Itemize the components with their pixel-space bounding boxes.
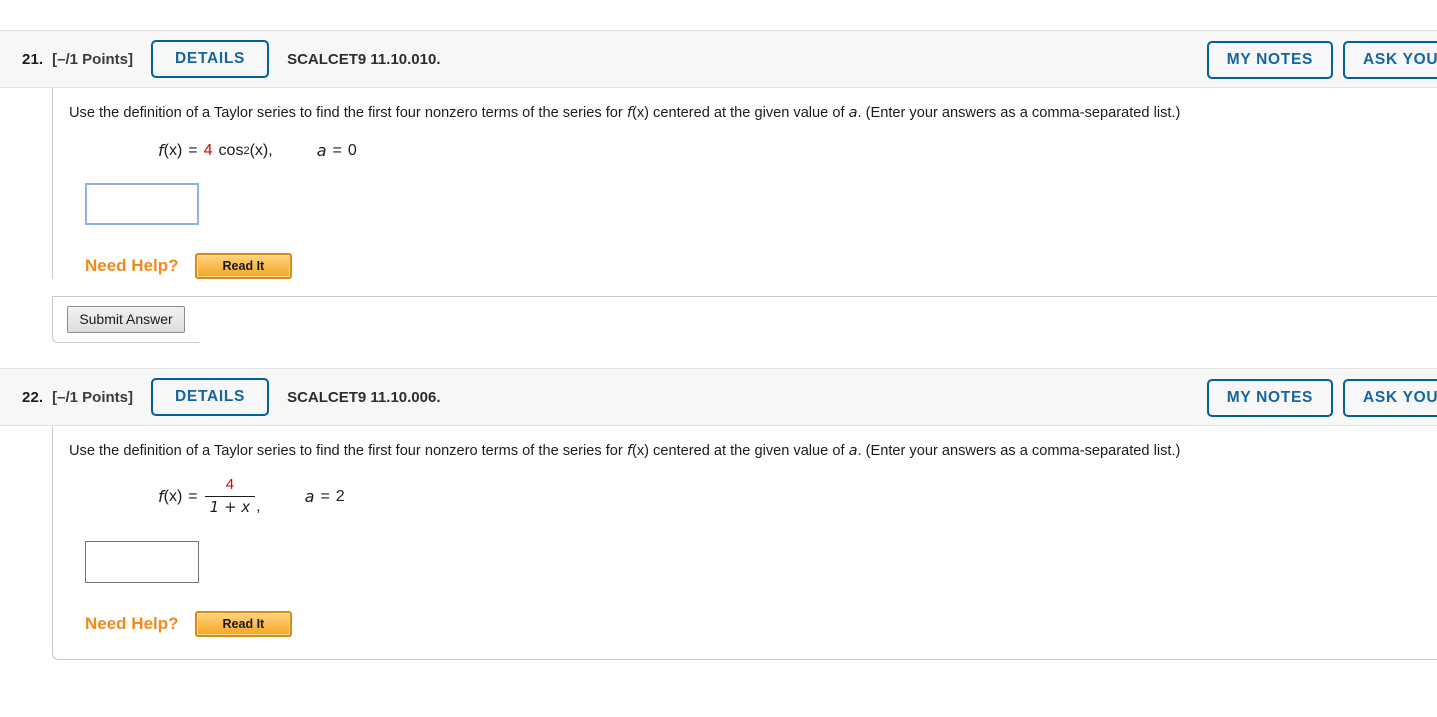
math-a-var-21: a — [316, 141, 327, 161]
question-body-22: Use the definition of a Taylor series to… — [52, 426, 1437, 661]
ask-your-teacher-button-22[interactable]: ASK YOUR TEACHER — [1343, 379, 1437, 417]
math-comma-22: , — [256, 497, 261, 515]
need-help-row-22: Need Help? Read It — [85, 610, 1437, 638]
prompt-text-c-22: . (Enter your answers as a comma-separat… — [857, 443, 1181, 460]
prompt-text-b-21: centered at the given value of — [648, 105, 849, 121]
question-prompt-21: Use the definition of a Taylor series to… — [69, 88, 1437, 124]
submit-answer-button-21[interactable]: Submit Answer — [67, 306, 185, 333]
math-a-equals-21: = — [332, 141, 342, 159]
question-code-22: SCALCET9 11.10.006. — [287, 388, 441, 406]
prompt-a-22: a — [848, 442, 858, 460]
details-button-22[interactable]: DETAILS — [151, 378, 270, 416]
submit-area-21: Submit Answer — [52, 296, 1437, 344]
answer-input-22[interactable] — [85, 540, 199, 583]
prompt-text-a-21: Use the definition of a Taylor series to… — [69, 105, 627, 121]
math-coefficient-21: 4 — [203, 141, 213, 159]
prompt-text-a-22: Use the definition of a Taylor series to… — [69, 443, 627, 460]
read-it-button-21[interactable]: Read It — [194, 252, 293, 280]
math-denominator-22: 1 + x — [204, 495, 256, 518]
math-equals-22: = — [188, 487, 198, 505]
details-button-21[interactable]: DETAILS — [151, 40, 270, 78]
question-points-21: [–/1 Points] — [52, 50, 134, 68]
math-expression-21: f (x) = 4 cos 2 (x), a = 0 — [69, 140, 1437, 162]
prompt-fx-paren-22: (x) — [631, 443, 649, 460]
question-number-22: 22. — [22, 388, 44, 406]
prompt-fx-paren-21: (x) — [631, 105, 649, 121]
question-header-22: 22. [–/1 Points] DETAILS SCALCET9 11.10.… — [0, 368, 1437, 427]
answer-input-21[interactable] — [85, 182, 199, 225]
my-notes-button-22[interactable]: MY NOTES — [1206, 379, 1334, 417]
math-cos-21: cos — [218, 141, 244, 159]
prompt-a-21: a — [848, 104, 858, 121]
header-actions-22: MY NOTES ASK YOUR TEACHER — [1206, 369, 1437, 427]
top-spacer — [0, 0, 1437, 30]
math-fraction-22: 4 1 + x — [204, 476, 256, 518]
question-block-22: 22. [–/1 Points] DETAILS SCALCET9 11.10.… — [0, 368, 1437, 661]
prompt-text-b-22: centered at the given value of — [648, 443, 849, 460]
need-help-row-21: Need Help? Read It — [85, 252, 1437, 280]
question-block-21: 21. [–/1 Points] DETAILS SCALCET9 11.10.… — [0, 30, 1437, 344]
math-a-value-21: 0 — [347, 141, 357, 159]
math-numerator-22: 4 — [225, 476, 235, 494]
question-prompt-22: Use the definition of a Taylor series to… — [69, 426, 1437, 462]
math-equals-21: = — [188, 141, 198, 159]
prompt-text-c-21: . (Enter your answers as a comma-separat… — [857, 105, 1181, 121]
math-a-var-22: a — [304, 487, 315, 507]
need-help-label-22: Need Help? — [85, 613, 179, 633]
question-number-21: 21. — [22, 50, 44, 68]
math-cos-arg-21: (x), — [249, 141, 273, 159]
math-f-arg-21: (x) — [163, 141, 183, 159]
header-actions-21: MY NOTES ASK YOUR TEACHER — [1206, 31, 1437, 89]
question-points-22: [–/1 Points] — [52, 388, 134, 406]
submit-box-21: Submit Answer — [52, 296, 199, 344]
read-it-button-22[interactable]: Read It — [194, 610, 293, 638]
math-a-equals-22: = — [320, 487, 330, 505]
question-body-21: Use the definition of a Taylor series to… — [52, 88, 1437, 280]
question-gap — [0, 343, 1437, 369]
math-a-value-22: 2 — [335, 487, 345, 505]
my-notes-button-21[interactable]: MY NOTES — [1206, 41, 1334, 79]
question-code-21: SCALCET9 11.10.010. — [287, 50, 441, 68]
math-expression-22: f (x) = 4 1 + x , a = 2 — [69, 474, 1437, 520]
question-header-21: 21. [–/1 Points] DETAILS SCALCET9 11.10.… — [0, 30, 1437, 88]
submit-divider-21 — [199, 296, 1437, 298]
ask-your-teacher-button-21[interactable]: ASK YOUR TEACHER — [1343, 41, 1437, 79]
math-f-arg-22: (x) — [163, 487, 183, 505]
need-help-label-21: Need Help? — [85, 255, 179, 275]
